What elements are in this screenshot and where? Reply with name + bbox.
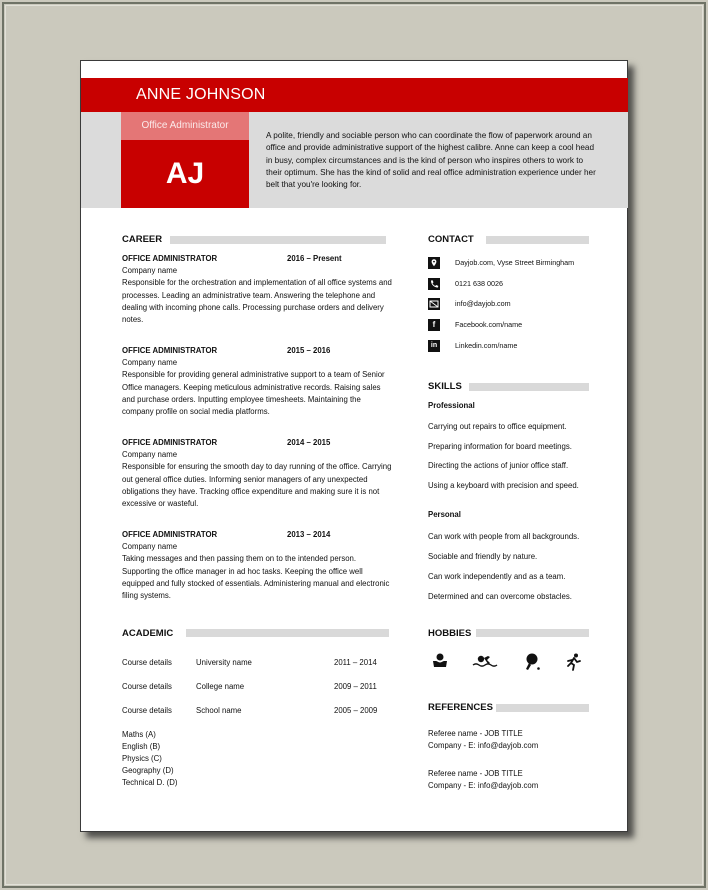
- profile-summary: A polite, friendly and sociable person w…: [266, 131, 596, 190]
- job-title: OFFICE ADMINISTRATOR: [122, 530, 218, 539]
- candidate-name: ANNE JOHNSON: [136, 86, 266, 103]
- referee-name: Referee name - JOB TITLE: [428, 729, 523, 738]
- job-description: Responsible for the orchestration and im…: [122, 278, 392, 324]
- course-details: Course details: [122, 658, 172, 667]
- hobbies-heading-bar: [476, 629, 589, 637]
- academic-dates: 2011 – 2014: [334, 658, 377, 667]
- career-heading-bar: [170, 236, 386, 244]
- hobbies-heading: HOBBIES: [428, 628, 472, 639]
- references-heading-bar: [496, 704, 589, 712]
- skills-heading-bar: [469, 383, 589, 391]
- academic-row: Course details University name 2011 – 20…: [122, 658, 392, 670]
- career-entry: OFFICE ADMINISTRATOR 2013 – 2014 Company …: [122, 529, 392, 602]
- institution-name: University name: [196, 658, 252, 667]
- reference-entry: Referee name - JOB TITLE Company - E: in…: [428, 728, 538, 752]
- subject-grade: Physics (C): [122, 754, 162, 764]
- career-entry: OFFICE ADMINISTRATOR 2015 – 2016 Company …: [122, 345, 392, 418]
- table-tennis-icon: [523, 652, 543, 672]
- job-description: Taking messages and then passing them on…: [122, 554, 390, 600]
- course-details: Course details: [122, 706, 172, 715]
- references-heading: REFERENCES: [428, 702, 493, 713]
- academic-row: Course details School name 2005 – 2009: [122, 706, 392, 718]
- company-name: Company name: [122, 450, 178, 460]
- academic-dates: 2005 – 2009: [334, 706, 378, 715]
- company-name: Company name: [122, 542, 178, 552]
- referee-name: Referee name - JOB TITLE: [428, 769, 523, 778]
- location-pin-icon: [428, 257, 440, 269]
- skill-item: Directing the actions of junior office s…: [428, 461, 569, 470]
- linkedin-icon: in: [428, 340, 440, 352]
- skill-item: Carrying out repairs to office equipment…: [428, 422, 567, 431]
- job-dates: 2016 – Present: [287, 254, 342, 263]
- reference-entry: Referee name - JOB TITLE Company - E: in…: [428, 768, 538, 792]
- skill-item: Can work with people from all background…: [428, 532, 580, 541]
- contact-text[interactable]: Linkedin.com/name: [455, 341, 517, 350]
- job-dates: 2013 – 2014: [287, 530, 331, 539]
- job-title: OFFICE ADMINISTRATOR: [122, 438, 218, 447]
- referee-contact: Company - E: info@dayjob.com: [428, 741, 539, 751]
- resume-page: ANNE JOHNSON Office Administrator AJ A p…: [80, 60, 628, 832]
- job-title: OFFICE ADMINISTRATOR: [122, 346, 218, 355]
- email-icon: [428, 298, 440, 310]
- subject-grade: Technical D. (D): [122, 778, 178, 788]
- academic-dates: 2009 – 2011: [334, 682, 377, 691]
- skills-personal-label: Personal: [428, 510, 461, 519]
- contact-text: info@dayjob.com: [455, 299, 511, 308]
- job-role-label: Office Administrator: [121, 112, 249, 140]
- contact-heading: CONTACT: [428, 234, 474, 245]
- skill-item: Determined and can overcome obstacles.: [428, 592, 572, 601]
- subject-grade: English (B): [122, 742, 161, 752]
- phone-icon: [428, 278, 440, 290]
- contact-heading-bar: [486, 236, 589, 244]
- job-dates: 2015 – 2016: [287, 346, 331, 355]
- skills-professional-label: Professional: [428, 401, 475, 410]
- skill-item: Preparing information for board meetings…: [428, 442, 572, 451]
- job-title: OFFICE ADMINISTRATOR: [122, 254, 218, 263]
- facebook-icon: f: [428, 319, 440, 331]
- job-description: Responsible for providing general admini…: [122, 370, 385, 416]
- academic-heading-bar: [186, 629, 389, 637]
- institution-name: College name: [196, 682, 245, 691]
- job-dates: 2014 – 2015: [287, 438, 331, 447]
- career-heading: CAREER: [122, 234, 163, 245]
- academic-row: Course details College name 2009 – 2011: [122, 682, 392, 694]
- course-details: Course details: [122, 682, 172, 691]
- company-name: Company name: [122, 358, 178, 368]
- running-icon: [563, 652, 583, 672]
- skills-heading: SKILLS: [428, 381, 462, 392]
- contact-text: Dayjob.com, Vyse Street Birmingham: [455, 258, 575, 267]
- career-entry: OFFICE ADMINISTRATOR 2014 – 2015 Company …: [122, 437, 392, 510]
- company-name: Company name: [122, 266, 178, 276]
- swimming-icon: [471, 652, 498, 672]
- referee-contact: Company - E: info@dayjob.com: [428, 781, 539, 791]
- skill-item: Sociable and friendly by nature.: [428, 552, 538, 561]
- job-description: Responsible for ensuring the smooth day …: [122, 462, 392, 508]
- initials-badge: AJ: [121, 140, 249, 208]
- skill-item: Can work independently and as a team.: [428, 572, 566, 581]
- contact-text[interactable]: Facebook.com/name: [455, 320, 522, 329]
- reading-icon: [431, 652, 451, 672]
- academic-heading: ACADEMIC: [122, 628, 174, 639]
- subject-grade: Geography (D): [122, 766, 174, 776]
- skill-item: Using a keyboard with precision and spee…: [428, 481, 579, 490]
- subject-grade: Maths (A): [122, 730, 156, 739]
- institution-name: School name: [196, 706, 242, 715]
- contact-text: 0121 638 0026: [455, 279, 503, 288]
- header-banner: ANNE JOHNSON: [81, 78, 628, 112]
- career-entry: OFFICE ADMINISTRATOR 2016 – Present Compa…: [122, 253, 392, 326]
- subject-grades: Maths (A) English (B) Physics (C) Geogra…: [122, 729, 177, 789]
